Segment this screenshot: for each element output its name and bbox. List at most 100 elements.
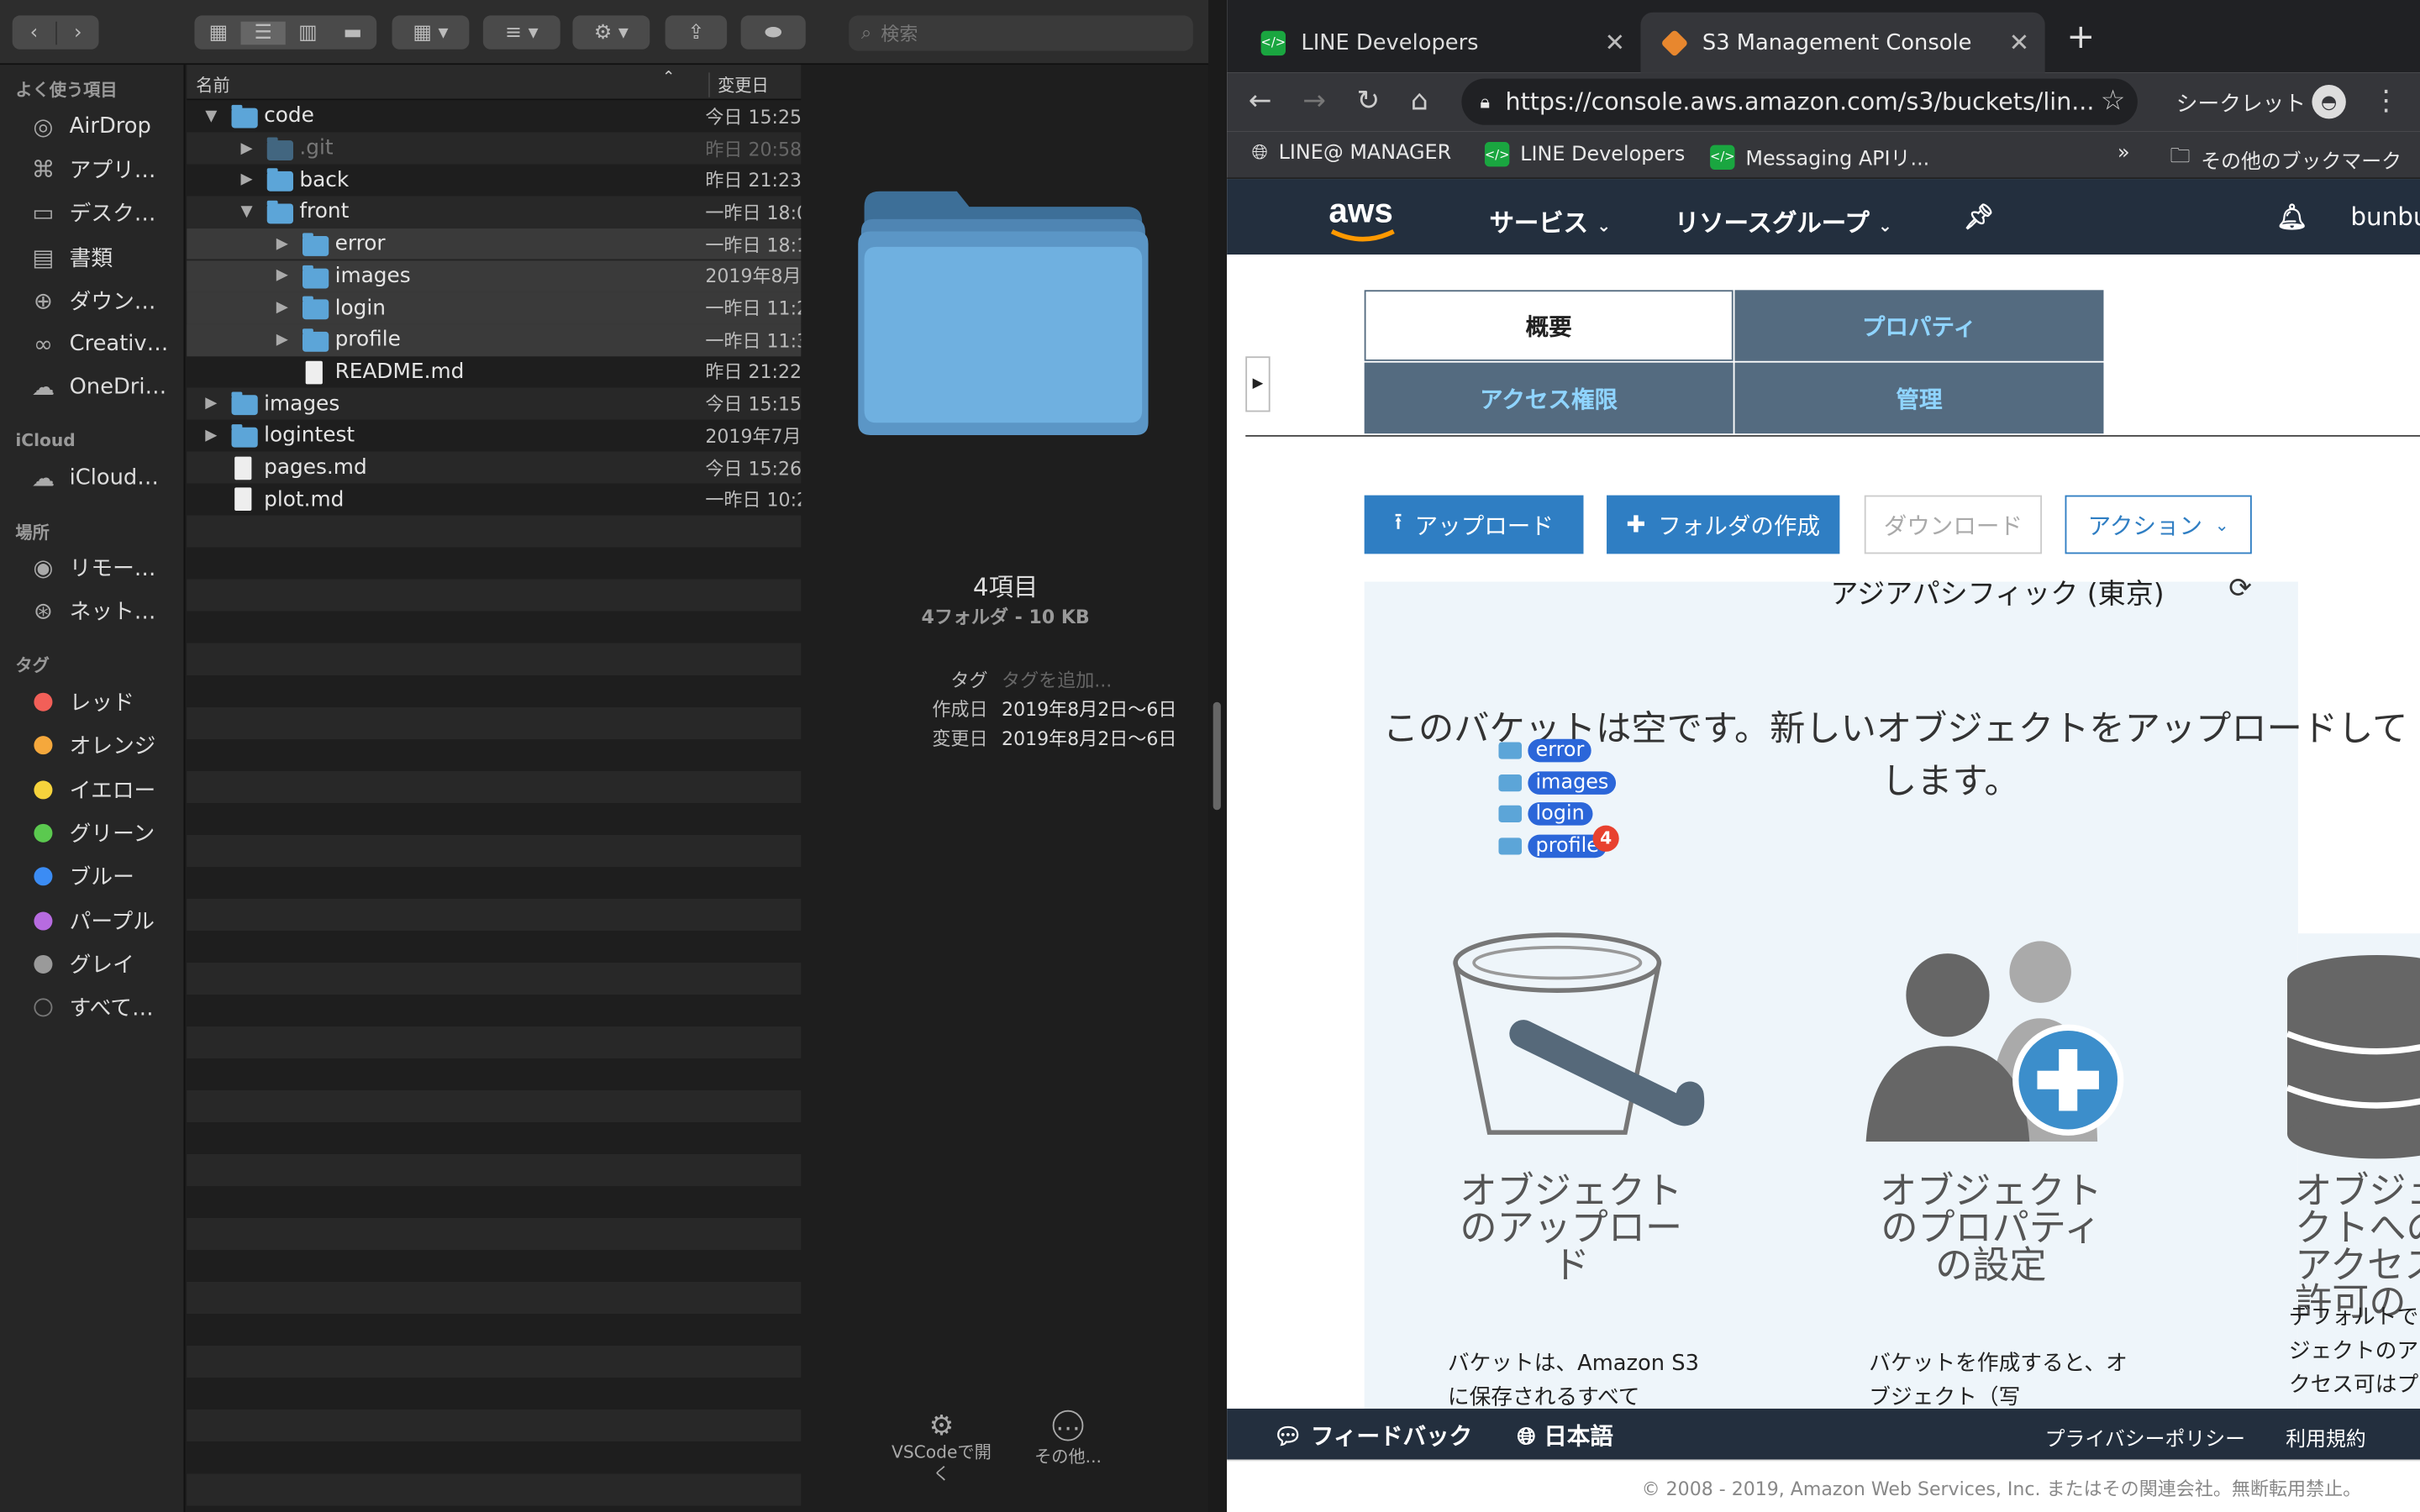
notifications-bell-icon[interactable]: 🔔︎	[2276, 202, 2307, 232]
aws-logo[interactable]: aws	[1328, 192, 1395, 242]
tag-button[interactable]: ⬬	[740, 15, 806, 50]
disclosure-collapsed-icon[interactable]: ▶	[276, 299, 295, 316]
download-button[interactable]: ダウンロード	[1864, 495, 2043, 554]
modified-column-header[interactable]: 変更日	[708, 72, 769, 97]
more-button[interactable]: … その他...	[1018, 1410, 1118, 1469]
actions-dropdown[interactable]: アクション ⌄	[2065, 495, 2252, 554]
sidebar-tag[interactable]: オレンジ	[28, 728, 156, 762]
new-tab-button[interactable]: +	[2066, 18, 2095, 57]
sidebar-tag[interactable]: グリーン	[28, 816, 155, 849]
sidebar-item[interactable]: ☁ iCloud…	[28, 461, 159, 495]
home-icon[interactable]: ⌂	[1411, 85, 1428, 118]
open-with-vscode-button[interactable]: ⚙ VSCodeで開く	[889, 1410, 994, 1486]
close-tab-icon[interactable]: ✕	[2009, 28, 2030, 57]
sidebar-item[interactable]: ⌘ アプリ…	[28, 153, 156, 186]
sidebar-item[interactable]: ∞ Creativ…	[28, 327, 168, 360]
divider-grip[interactable]	[1213, 701, 1221, 811]
side-panel-toggle[interactable]: ▶	[1245, 356, 1270, 412]
sidebar-tag[interactable]: ブルー	[28, 859, 134, 893]
gallery-view-icon[interactable]: ▬	[330, 21, 375, 45]
bookmark-line-developers[interactable]: </> LINE Developers	[1485, 141, 1685, 167]
disclosure-collapsed-icon[interactable]: ▶	[205, 427, 224, 444]
action-button[interactable]: ⚙ ▾	[572, 15, 650, 50]
column-view-icon[interactable]: ▥	[286, 21, 330, 45]
disclosure-collapsed-icon[interactable]: ▶	[276, 235, 295, 252]
incognito-label[interactable]: シークレット	[2176, 88, 2306, 119]
menu-kebab-icon[interactable]: ⋮	[2372, 85, 2400, 118]
resource-groups-menu[interactable]: リソースグループ ⌄	[1675, 202, 1892, 239]
tag-input[interactable]: タグを追加...	[1002, 666, 1112, 692]
incognito-icon[interactable]: ◓	[2312, 85, 2346, 119]
upload-button[interactable]: ⭱ アップロード	[1364, 495, 1584, 554]
url-input[interactable]: 🔒︎ https://console.aws.amazon.com/s3/buc…	[1461, 78, 2138, 125]
sort-button[interactable]: ≡ ▾	[482, 15, 560, 50]
tab-permissions[interactable]: アクセス権限	[1364, 362, 1733, 434]
services-menu[interactable]: サービス ⌄	[1489, 202, 1611, 239]
file-row[interactable]: ▶ logintest 2019年7月	[187, 420, 801, 452]
view-mode-buttons[interactable]: ▦ ☰ ▥ ▬	[194, 15, 377, 50]
file-row[interactable]: ▶ back 昨日 21:23	[187, 164, 802, 196]
sidebar-tag[interactable]: すべて…	[28, 990, 154, 1024]
tab-line-developers[interactable]: </> LINE Developers ✕	[1239, 13, 1641, 73]
file-row[interactable]: ▶ login 一昨日 11:25	[187, 291, 802, 324]
bookmark-messaging-api[interactable]: </> Messaging APIリ...	[1710, 142, 1929, 171]
refresh-icon[interactable]: ⟳	[2228, 572, 2252, 605]
tab-s3-console[interactable]: S3 Management Console ✕	[1640, 12, 2045, 73]
group-button[interactable]: ▦ ▾	[392, 15, 470, 50]
tab-properties[interactable]: プロパティ	[1734, 290, 2104, 361]
bookmark-star-icon[interactable]: ☆	[2101, 85, 2126, 118]
pin-icon[interactable]: 📌︎	[1963, 202, 1994, 232]
back-forward-buttons[interactable]: ‹ ›	[12, 15, 99, 50]
disclosure-collapsed-icon[interactable]: ▶	[276, 267, 295, 284]
sidebar-tag[interactable]: イエロー	[28, 772, 155, 806]
user-menu[interactable]: bunbun	[2350, 202, 2420, 232]
file-row[interactable]: ▶ images 2019年8月	[187, 260, 802, 292]
search-field[interactable]: ⌕ 検索	[849, 15, 1193, 51]
sidebar-item[interactable]: ⊛ ネット…	[28, 594, 156, 627]
reload-icon[interactable]: ↻	[1356, 85, 1380, 118]
sidebar-item[interactable]: ◎ AirDrop	[28, 109, 150, 143]
back-arrow-icon[interactable]: ←	[1249, 85, 1272, 118]
back-arrow-icon[interactable]: ‹	[13, 21, 55, 45]
sidebar-tag[interactable]: パープル	[28, 903, 155, 937]
split-view-divider[interactable]	[1208, 0, 1228, 1512]
name-column-header[interactable]: 名前	[196, 72, 229, 97]
sidebar-item[interactable]: ▭ デスク…	[28, 197, 155, 230]
forward-arrow-icon[interactable]: ›	[55, 20, 98, 45]
bookmarks-overflow[interactable]: »	[2118, 142, 2130, 165]
disclosure-collapsed-icon[interactable]: ▶	[241, 139, 260, 156]
sidebar-tag[interactable]: グレイ	[28, 947, 134, 980]
sidebar-item[interactable]: ▤ 書類	[28, 240, 113, 274]
disclosure-collapsed-icon[interactable]: ▶	[276, 331, 295, 348]
sidebar-tag[interactable]: レッド	[28, 685, 134, 719]
other-bookmarks[interactable]: 🗀 その他のブックマーク	[2170, 142, 2402, 176]
file-row[interactable]: README.md 昨日 21:22	[187, 356, 801, 388]
disclosure-collapsed-icon[interactable]: ▶	[241, 171, 260, 188]
share-button[interactable]: ⇪	[665, 15, 728, 50]
icon-view-icon[interactable]: ▦	[196, 21, 240, 45]
file-row[interactable]: ▶ error 一昨日 18:15	[187, 228, 802, 260]
tab-management[interactable]: 管理	[1734, 362, 2104, 434]
tab-overview[interactable]: 概要	[1364, 290, 1733, 361]
file-row[interactable]: plot.md 一昨日 10:21	[187, 484, 801, 516]
terms-link[interactable]: 利用規約	[2286, 1422, 2366, 1452]
bookmark-line-manager[interactable]: 🌐︎ LINE@ MANAGER	[1252, 142, 1452, 165]
create-folder-button[interactable]: ✚ フォルダの作成	[1607, 495, 1840, 554]
feedback-button[interactable]: 💬︎ フィードバック	[1273, 1420, 1472, 1452]
list-view-icon[interactable]: ☰	[240, 20, 286, 45]
file-row[interactable]: ▶ profile 一昨日 11:30	[187, 323, 802, 356]
sidebar-item[interactable]: ⊕ ダウン…	[28, 284, 156, 318]
sidebar-item[interactable]: ☁ OneDri…	[28, 370, 167, 404]
privacy-policy-link[interactable]: プライバシーポリシー	[2045, 1422, 2245, 1452]
file-row[interactable]: ▶ .git 昨日 20:58	[187, 132, 802, 164]
language-selector[interactable]: 🌐︎ 日本語	[1518, 1420, 1613, 1452]
disclosure-expanded-icon[interactable]: ▼	[241, 203, 260, 220]
file-row[interactable]: ▼ front 一昨日 18:05	[187, 196, 802, 228]
forward-arrow-icon[interactable]: →	[1302, 85, 1326, 118]
close-tab-icon[interactable]: ✕	[1604, 28, 1625, 57]
sidebar-item[interactable]: ◉ リモー…	[28, 551, 155, 585]
file-row[interactable]: ▶ images 今日 15:15	[187, 388, 801, 420]
disclosure-expanded-icon[interactable]: ▼	[205, 108, 224, 124]
file-row[interactable]: ▼ code 今日 15:25	[187, 100, 801, 132]
file-row[interactable]: pages.md 今日 15:26	[187, 452, 801, 484]
